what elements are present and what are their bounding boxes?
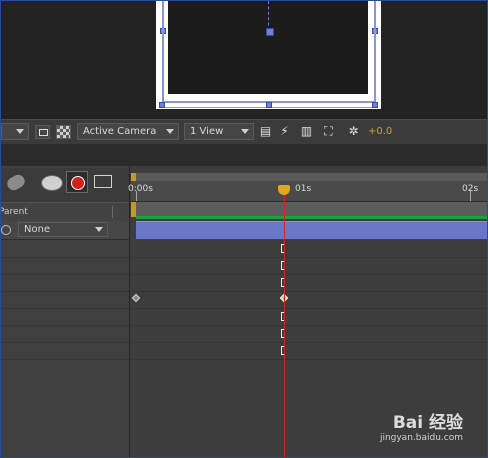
region-of-interest-icon[interactable] xyxy=(35,125,50,139)
ruler-label: 02s xyxy=(462,184,479,194)
chevron-down-icon xyxy=(95,227,103,232)
work-area-bar[interactable] xyxy=(131,202,487,217)
layer-handle-bottom-center[interactable] xyxy=(266,102,272,108)
layer-duration-bar[interactable] xyxy=(136,221,487,239)
property-row-track xyxy=(131,274,487,292)
cache-indicator xyxy=(136,216,487,219)
layer-bounds-right xyxy=(374,1,376,105)
watermark: Bai 经验 jingyan.baidu.com xyxy=(380,408,463,443)
motion-blur-icon xyxy=(71,176,85,190)
property-row-track xyxy=(131,291,487,309)
property-row-track xyxy=(131,308,487,326)
property-row-left xyxy=(1,342,129,360)
ruler-label: 01s xyxy=(295,184,312,194)
fast-preview-icon[interactable]: ⚡ xyxy=(277,124,292,139)
channel-dropdown[interactable] xyxy=(1,123,29,140)
anchor-guide xyxy=(268,1,270,31)
panel-separator xyxy=(1,144,487,168)
property-row-left xyxy=(1,291,129,309)
toggle-pixel-aspect-icon[interactable]: ▤ xyxy=(258,124,273,139)
camera-view-dropdown[interactable]: Active Camera xyxy=(77,123,179,140)
anchor-point-handle[interactable] xyxy=(266,28,274,36)
timeline-switches-bar xyxy=(1,168,129,202)
watermark-brand: Bai 经验 xyxy=(392,413,463,433)
parent-column-header[interactable]: Parent xyxy=(1,202,129,223)
reset-exposure-icon[interactable]: ✲ xyxy=(346,124,361,139)
navigator-start-handle[interactable] xyxy=(131,173,136,181)
chevron-down-icon xyxy=(16,129,24,134)
parent-pickwhip-icon[interactable] xyxy=(1,225,11,235)
parent-value: None xyxy=(24,224,51,235)
property-row-left xyxy=(1,274,129,292)
viewer-toolbar: Active Camera 1 View ▤ ⚡ ▥ ⛶ ✲ +0.0 xyxy=(1,119,487,145)
property-row-left xyxy=(1,325,129,343)
time-navigator[interactable] xyxy=(131,173,487,181)
property-row-left xyxy=(1,257,129,275)
graph-editor-icon[interactable] xyxy=(94,175,112,188)
camera-view-label: Active Camera xyxy=(83,126,157,137)
property-row-track xyxy=(131,325,487,343)
exposure-value[interactable]: +0.0 xyxy=(368,124,392,139)
hide-shy-layers-icon[interactable] xyxy=(41,175,63,191)
layer-bounds-left xyxy=(162,1,164,105)
column-divider xyxy=(112,206,113,218)
layer-row-left[interactable]: None xyxy=(1,221,129,240)
property-row-left xyxy=(1,240,129,258)
composition-viewer[interactable] xyxy=(1,1,487,119)
parent-header-label: Parent xyxy=(0,207,28,217)
work-area-start-handle[interactable] xyxy=(131,202,136,217)
ruler-label: 0:00s xyxy=(128,184,153,194)
layer-handle-bottom-right[interactable] xyxy=(372,102,378,108)
comp-flowchart-icon[interactable]: ⛶ xyxy=(321,124,336,139)
timeline-toggle-icon[interactable]: ▥ xyxy=(299,124,314,139)
draft-3d-icon[interactable] xyxy=(4,172,28,193)
current-time-indicator[interactable] xyxy=(284,187,285,457)
property-row-left xyxy=(1,308,129,326)
frame-blending-button[interactable] xyxy=(66,171,88,193)
transparency-grid-icon[interactable] xyxy=(56,125,71,139)
layer-handle-bottom-left[interactable] xyxy=(159,102,165,108)
parent-dropdown[interactable]: None xyxy=(18,222,108,237)
chevron-down-icon xyxy=(241,129,249,134)
chevron-down-icon xyxy=(166,129,174,134)
property-row-track xyxy=(131,257,487,275)
property-row-track xyxy=(131,240,487,258)
view-layout-dropdown[interactable]: 1 View xyxy=(184,123,254,140)
view-layout-label: 1 View xyxy=(190,126,224,137)
watermark-url: jingyan.baidu.com xyxy=(379,433,463,443)
property-row-track xyxy=(131,342,487,360)
